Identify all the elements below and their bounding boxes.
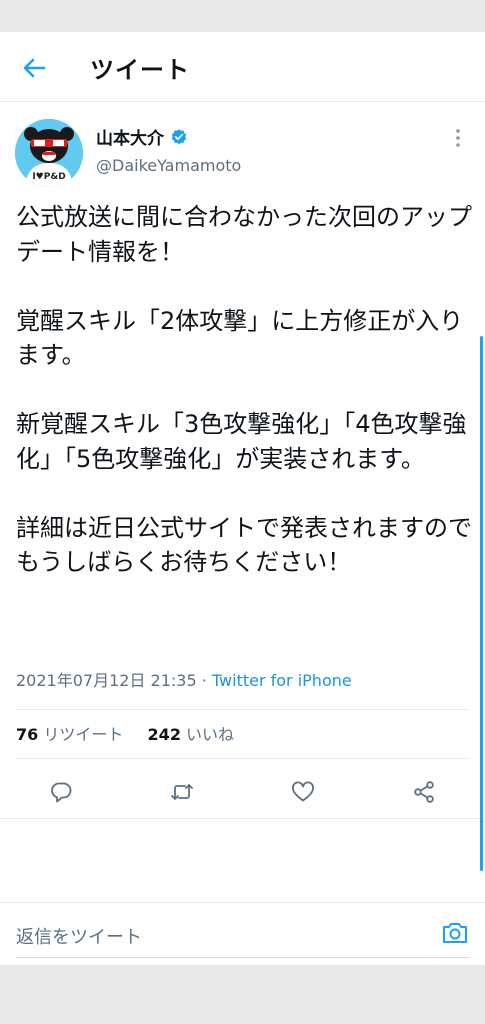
author-handle[interactable]: @DaikeYamamoto <box>96 156 241 175</box>
back-button[interactable] <box>20 54 48 82</box>
divider <box>0 902 485 903</box>
tweet-actions <box>0 774 485 810</box>
tweet-detail-page: ツイート I♥P&D 山本大介 @DaikeYamamoto 公式放送に間に合わ… <box>0 32 485 965</box>
retweet-label: リツイート <box>38 725 124 744</box>
camera-icon <box>443 923 467 943</box>
reply-input-underline <box>16 957 469 958</box>
like-icon <box>292 781 314 802</box>
like-count: 242 <box>147 725 181 744</box>
avatar-image: I♥P&D <box>15 119 83 187</box>
scrollbar[interactable] <box>480 336 483 871</box>
divider <box>0 818 485 819</box>
like-count-link[interactable]: 242 いいね <box>148 725 235 744</box>
share-button[interactable] <box>406 774 442 810</box>
retweet-count-link[interactable]: 76 リツイート <box>16 725 123 744</box>
status-bar <box>0 0 485 32</box>
tweet-timestamp[interactable]: 2021年07月12日 21:35 <box>16 671 197 690</box>
reply-icon <box>51 782 72 803</box>
share-icon <box>414 781 434 803</box>
meta-separator: · <box>196 671 212 690</box>
reply-button[interactable] <box>43 774 79 810</box>
retweet-icon <box>171 784 193 800</box>
tweet-stats: 76 リツイート 242 いいね <box>16 721 234 745</box>
author-name-row: 山本大介 <box>96 124 188 149</box>
top-header: ツイート <box>0 32 485 102</box>
camera-button[interactable] <box>440 918 470 948</box>
avatar[interactable]: I♥P&D <box>15 119 83 187</box>
like-button[interactable] <box>285 774 321 810</box>
retweet-button[interactable] <box>164 774 200 810</box>
bottom-bar <box>0 965 485 1024</box>
tweet-text: 公式放送に間に合わなかった次回のアップデート情報を！ 覚醒スキル「2体攻撃」に上… <box>16 203 472 576</box>
reply-input[interactable]: 返信をツイート <box>16 923 142 949</box>
retweet-count: 76 <box>16 725 39 744</box>
tweet-source-link[interactable]: Twitter for iPhone <box>212 671 352 690</box>
divider <box>16 709 469 710</box>
more-vertical-icon <box>456 129 460 147</box>
divider <box>16 758 469 759</box>
page-title: ツイート <box>90 56 190 84</box>
tweet-meta: 2021年07月12日 21:35 · Twitter for iPhone <box>16 667 352 691</box>
back-arrow-icon <box>23 58 46 78</box>
like-label: いいね <box>180 725 235 744</box>
more-options-button[interactable] <box>448 127 468 149</box>
verified-badge-icon <box>171 128 187 144</box>
author-name[interactable]: 山本大介 <box>96 124 164 149</box>
avatar-shirt-print: I♥P&D <box>32 172 65 182</box>
